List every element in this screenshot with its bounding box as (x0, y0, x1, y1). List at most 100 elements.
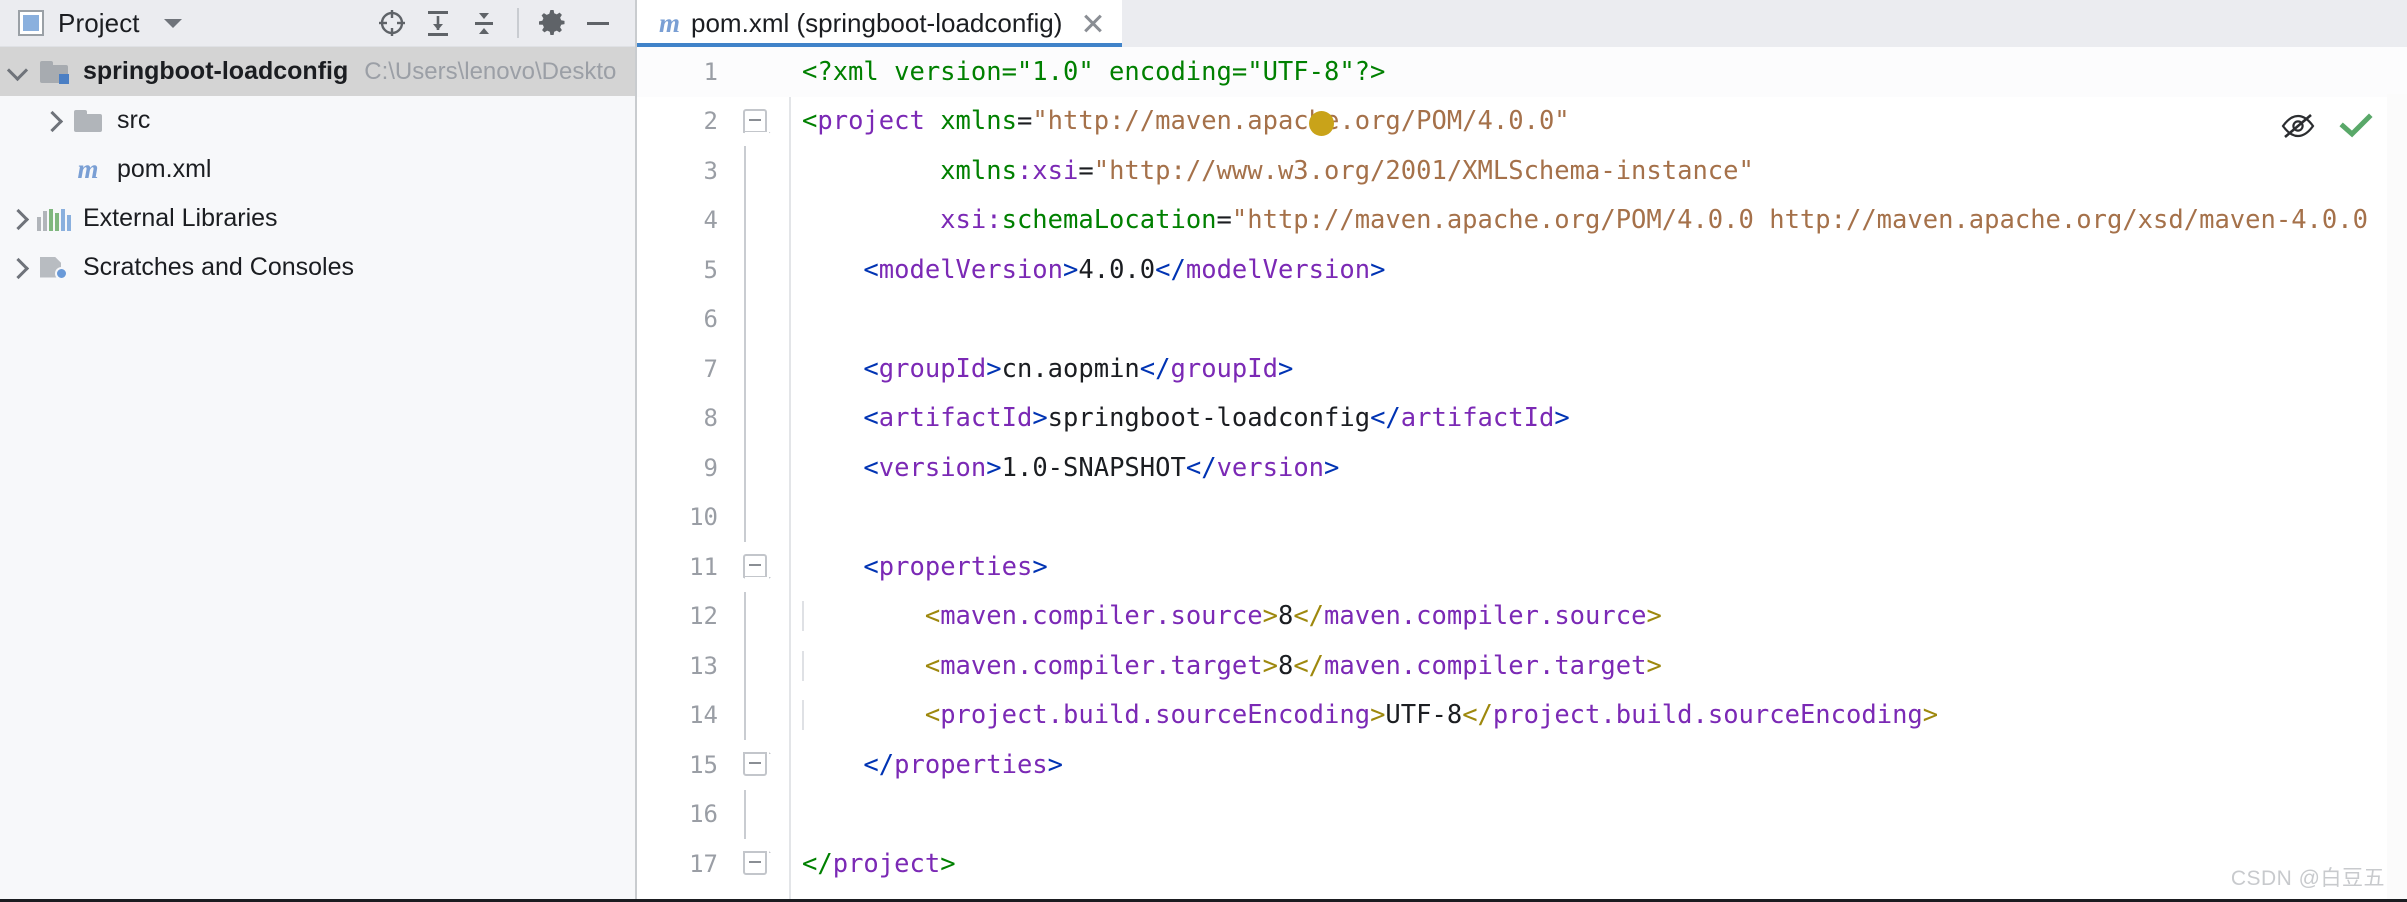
collapse-all-icon[interactable] (461, 3, 507, 43)
line-number: 7 (703, 354, 718, 383)
code-token: maven.compiler.target (1324, 650, 1647, 681)
line-number: 17 (689, 849, 718, 878)
gutter-cell (733, 443, 789, 493)
chevron-right-icon[interactable] (34, 96, 68, 145)
close-icon[interactable] (1080, 11, 1106, 37)
code-token: xsi (1032, 155, 1079, 186)
tree-item-src[interactable]: src (0, 96, 635, 145)
code-token: 1.0-SNAPSHOT (1001, 452, 1186, 483)
code-token: <?xml version="1.0" encoding="UTF-8"?> (802, 56, 1386, 87)
tree-item-scratches-and-consoles[interactable]: Scratches and Consoles (0, 243, 635, 292)
code-token: maven.compiler.source (1324, 601, 1647, 632)
code-line[interactable]: 14 <project.build.sourceEncoding>UTF-8</… (637, 690, 2407, 740)
code-token: UTF-8 (1385, 700, 1463, 731)
code-line[interactable]: 11 <properties> (637, 542, 2407, 592)
fold-toggle[interactable] (733, 542, 789, 592)
code-token: = (1016, 106, 1033, 137)
code-line[interactable]: 5 <modelVersion>4.0.0</modelVersion> (637, 245, 2407, 295)
code-text[interactable]: <?xml version="1.0" encoding="UTF-8"?> (789, 57, 2407, 87)
checkmark-icon[interactable] (2339, 112, 2373, 144)
chevron-down-icon[interactable] (163, 18, 182, 28)
code-line[interactable]: 4 xsi:schemaLocation="http://maven.apach… (637, 195, 2407, 245)
code-text[interactable]: <maven.compiler.source>8</maven.compiler… (789, 601, 2407, 632)
minimize-icon[interactable] (575, 3, 621, 43)
expand-all-icon[interactable] (415, 3, 461, 43)
gutter-cell (733, 641, 789, 691)
code-line[interactable]: 13 <maven.compiler.target>8</maven.compi… (637, 641, 2407, 691)
code-line[interactable]: 1 <?xml version="1.0" encoding="UTF-8"?> (637, 47, 2407, 97)
tree-item-external-libraries[interactable]: External Libraries (0, 194, 635, 243)
fold-toggle[interactable] (733, 839, 789, 889)
line-number: 3 (703, 156, 718, 185)
element-marker-dot (1309, 111, 1334, 136)
locate-target-icon[interactable] (369, 3, 415, 43)
code-text[interactable]: xmlns:xsi="http://www.w3.org/2001/XMLSch… (789, 156, 2407, 186)
code-token: artifactId (878, 403, 1033, 434)
gutter-cell (733, 789, 789, 839)
code-text[interactable]: <version>1.0-SNAPSHOT</version> (789, 453, 2407, 483)
line-number: 15 (689, 750, 718, 779)
eye-slash-icon[interactable] (2281, 113, 2315, 144)
code-token: artifactId (1400, 403, 1555, 434)
chevron-down-icon[interactable] (0, 47, 34, 96)
code-token: > (1047, 749, 1064, 780)
module-folder-icon (34, 60, 74, 84)
code-editor[interactable]: 1 <?xml version="1.0" encoding="UTF-8"?> 2… (637, 47, 2407, 902)
code-token: 8 (1277, 650, 1294, 681)
maven-file-icon: m (77, 154, 99, 184)
code-line[interactable]: 12 <maven.compiler.source>8</maven.compi… (637, 591, 2407, 641)
code-text[interactable]: </properties> (789, 750, 2407, 780)
tree-item-springboot-loadconfig[interactable]: springboot-loadconfig C:\Users\lenovo\Des… (0, 47, 635, 96)
code-token: xmlns (940, 155, 1017, 186)
fold-toggle[interactable] (733, 97, 789, 147)
project-tree[interactable]: springboot-loadconfig C:\Users\lenovo\Des… (0, 47, 635, 902)
gutter-cell (733, 195, 789, 245)
code-text[interactable]: <modelVersion>4.0.0</modelVersion> (789, 255, 2407, 285)
line-number: 6 (703, 305, 718, 334)
chevron-right-icon[interactable] (0, 243, 34, 292)
code-text[interactable]: <artifactId>springboot-loadconfig</artif… (789, 403, 2407, 433)
code-text[interactable]: <properties> (789, 552, 2407, 582)
code-token: 8 (1277, 601, 1294, 632)
inspections-widget (2267, 107, 2387, 149)
code-text[interactable]: <project xmlns="http://maven.apache.org/… (789, 106, 2407, 136)
tree-item-label: springboot-loadconfig (83, 57, 349, 85)
editor-right-gutter[interactable] (2387, 94, 2407, 902)
gutter-cell (733, 393, 789, 443)
line-number: 4 (703, 206, 718, 235)
code-line[interactable]: 3 xmlns:xsi="http://www.w3.org/2001/XMLS… (637, 146, 2407, 196)
code-text[interactable]: </project> (789, 849, 2407, 879)
indent-guide (802, 601, 804, 632)
tree-item-label: External Libraries (83, 204, 278, 232)
tab-pom-xml[interactable]: m pom.xml (springboot-loadconfig) (637, 0, 1123, 47)
tab-label: pom.xml (springboot-loadconfig) (691, 8, 1063, 38)
tree-arrow-placeholder (34, 145, 68, 194)
code-line[interactable]: 2 <project xmlns="http://maven.apache.org… (637, 97, 2407, 147)
code-line[interactable]: 10 (637, 492, 2407, 542)
code-line[interactable]: 17 </project> (637, 839, 2407, 889)
gear-icon[interactable] (529, 3, 575, 43)
code-lines[interactable]: 1 <?xml version="1.0" encoding="UTF-8"?> 2… (637, 47, 2407, 902)
code-token: properties (894, 749, 1048, 780)
code-token: > (1554, 403, 1570, 434)
gutter-cell (733, 245, 789, 295)
code-line[interactable]: 15 </properties> (637, 740, 2407, 790)
code-line[interactable]: 6 (637, 294, 2407, 344)
code-line[interactable]: 8 <artifactId>springboot-loadconfig</art… (637, 393, 2407, 443)
code-text[interactable]: <maven.compiler.target>8</maven.compiler… (789, 650, 2407, 681)
code-line[interactable]: 9 <version>1.0-SNAPSHOT</version> (637, 443, 2407, 493)
code-token: modelVersion (1185, 254, 1371, 285)
code-text[interactable]: <project.build.sourceEncoding>UTF-8</pro… (789, 700, 2407, 731)
tree-item-path-hint: C:\Users\lenovo\Deskto (364, 57, 617, 85)
code-line[interactable]: 7 <groupId>cn.aopmin</groupId> (637, 344, 2407, 394)
fold-toggle[interactable] (733, 740, 789, 790)
code-token: project (832, 848, 941, 879)
code-text[interactable]: <groupId>cn.aopmin</groupId> (789, 354, 2407, 384)
line-number: 8 (703, 404, 718, 433)
code-text[interactable]: xsi:schemaLocation="http://maven.apache.… (789, 205, 2407, 235)
code-line[interactable]: 16 (637, 789, 2407, 839)
chevron-right-icon[interactable] (0, 194, 34, 243)
tree-item-pom-xml[interactable]: m pom.xml (0, 145, 635, 194)
